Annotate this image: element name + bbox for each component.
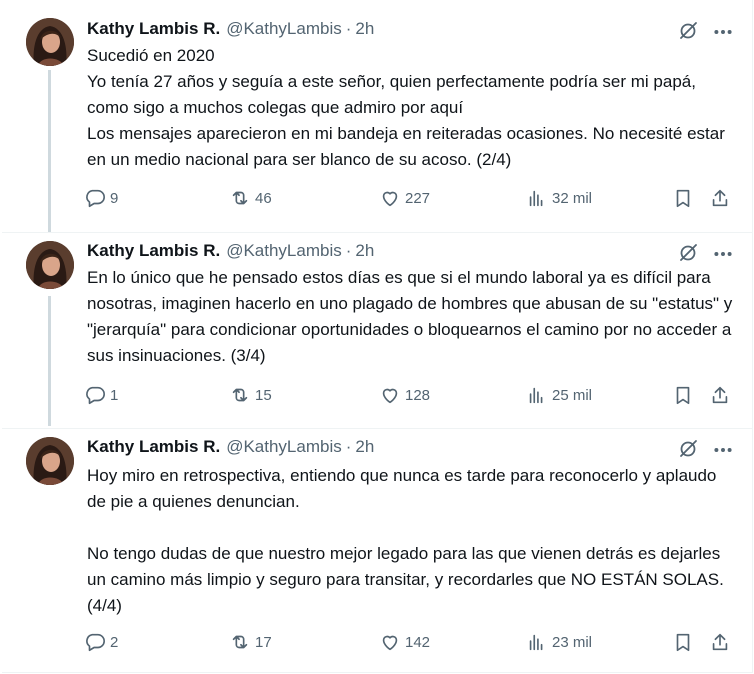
reply-icon (86, 633, 105, 652)
author-name[interactable]: Kathy Lambis R. (87, 437, 220, 457)
like-count: 142 (405, 633, 431, 651)
like-count: 227 (405, 189, 431, 207)
repost-count: 15 (255, 386, 272, 404)
reply-icon (86, 386, 105, 405)
author-handle[interactable]: @KathyLambis (226, 241, 342, 261)
author-handle[interactable]: @KathyLambis (226, 437, 342, 457)
tweet-header: Kathy Lambis R. @KathyLambis · 2h (87, 18, 374, 40)
share-icon (712, 386, 728, 404)
views-count: 32 mil (552, 189, 593, 207)
tweet-text: En lo único que he pensado estos días es… (87, 268, 733, 365)
views-icon (529, 387, 543, 404)
author-name[interactable]: Kathy Lambis R. (87, 19, 220, 39)
reply-button[interactable]: 2 (84, 630, 118, 654)
views-icon (529, 634, 543, 651)
like-button[interactable]: 128 (379, 383, 430, 407)
views-button[interactable]: 25 mil (526, 383, 592, 407)
grok-icon[interactable] (677, 19, 699, 41)
repost-icon (232, 191, 248, 205)
views-button[interactable]: 32 mil (526, 186, 592, 210)
share-icon (712, 633, 728, 651)
views-button[interactable]: 23 mil (526, 630, 592, 654)
separator-dot: · (345, 19, 352, 38)
separator-dot: · (345, 437, 352, 456)
reply-count: 1 (110, 386, 119, 404)
reply-button[interactable]: 1 (84, 383, 118, 407)
timeline: Kathy Lambis R. @KathyLambis · 2h Sucedi… (2, 0, 753, 673)
reply-count: 9 (110, 189, 119, 207)
repost-button[interactable]: 17 (229, 630, 272, 654)
heart-icon (382, 635, 398, 651)
repost-icon (232, 388, 248, 402)
views-count: 25 mil (552, 386, 593, 404)
heart-icon (382, 388, 398, 404)
bookmark-icon (676, 386, 690, 405)
author-name[interactable]: Kathy Lambis R. (87, 241, 220, 261)
reply-icon (86, 189, 105, 208)
share-button[interactable] (709, 630, 731, 654)
more-icon[interactable] (712, 243, 732, 263)
tweet-actions: 2 17 142 23 mil (84, 630, 734, 654)
repost-button[interactable]: 46 (229, 186, 272, 210)
bookmark-button[interactable] (672, 186, 694, 210)
timestamp[interactable]: 2h (355, 241, 374, 261)
like-button[interactable]: 227 (379, 186, 430, 210)
bookmark-button[interactable] (672, 383, 694, 407)
avatar[interactable] (26, 241, 74, 289)
tweet-header: Kathy Lambis R. @KathyLambis · 2h (87, 436, 374, 458)
repost-icon (232, 635, 248, 649)
repost-count: 17 (255, 633, 272, 651)
more-icon[interactable] (712, 439, 732, 459)
tweet-text: Hoy miro en retrospectiva, entiendo que … (87, 466, 724, 615)
tweet-3[interactable]: Kathy Lambis R. @KathyLambis · 2h Hoy mi… (2, 429, 752, 672)
separator-dot: · (345, 241, 352, 260)
grok-icon[interactable] (677, 241, 699, 263)
grok-icon[interactable] (677, 437, 699, 459)
tweet-actions: 9 46 227 32 mil (84, 186, 734, 210)
avatar[interactable] (26, 437, 74, 485)
tweet-1[interactable]: Kathy Lambis R. @KathyLambis · 2h Sucedi… (2, 0, 752, 232)
share-icon (712, 189, 728, 207)
share-button[interactable] (709, 383, 731, 407)
views-count: 23 mil (552, 633, 593, 651)
tweet-text: Sucedió en 2020 Yo tenía 27 años y seguí… (87, 46, 725, 169)
tweet-header: Kathy Lambis R. @KathyLambis · 2h (87, 240, 374, 262)
bookmark-icon (676, 189, 690, 208)
like-button[interactable]: 142 (379, 630, 430, 654)
heart-icon (382, 191, 398, 207)
tweet-2[interactable]: Kathy Lambis R. @KathyLambis · 2h En lo … (2, 233, 752, 428)
bookmark-icon (676, 633, 690, 652)
repost-button[interactable]: 15 (229, 383, 272, 407)
avatar[interactable] (26, 18, 74, 66)
reply-count: 2 (110, 633, 119, 651)
like-count: 128 (405, 386, 431, 404)
repost-count: 46 (255, 189, 272, 207)
share-button[interactable] (709, 186, 731, 210)
reply-button[interactable]: 9 (84, 186, 118, 210)
timestamp[interactable]: 2h (355, 437, 374, 457)
views-icon (529, 190, 543, 207)
bookmark-button[interactable] (672, 630, 694, 654)
more-icon[interactable] (712, 21, 732, 41)
author-handle[interactable]: @KathyLambis (226, 19, 342, 39)
tweet-actions: 1 15 128 25 mil (84, 383, 734, 407)
timestamp[interactable]: 2h (355, 19, 374, 39)
